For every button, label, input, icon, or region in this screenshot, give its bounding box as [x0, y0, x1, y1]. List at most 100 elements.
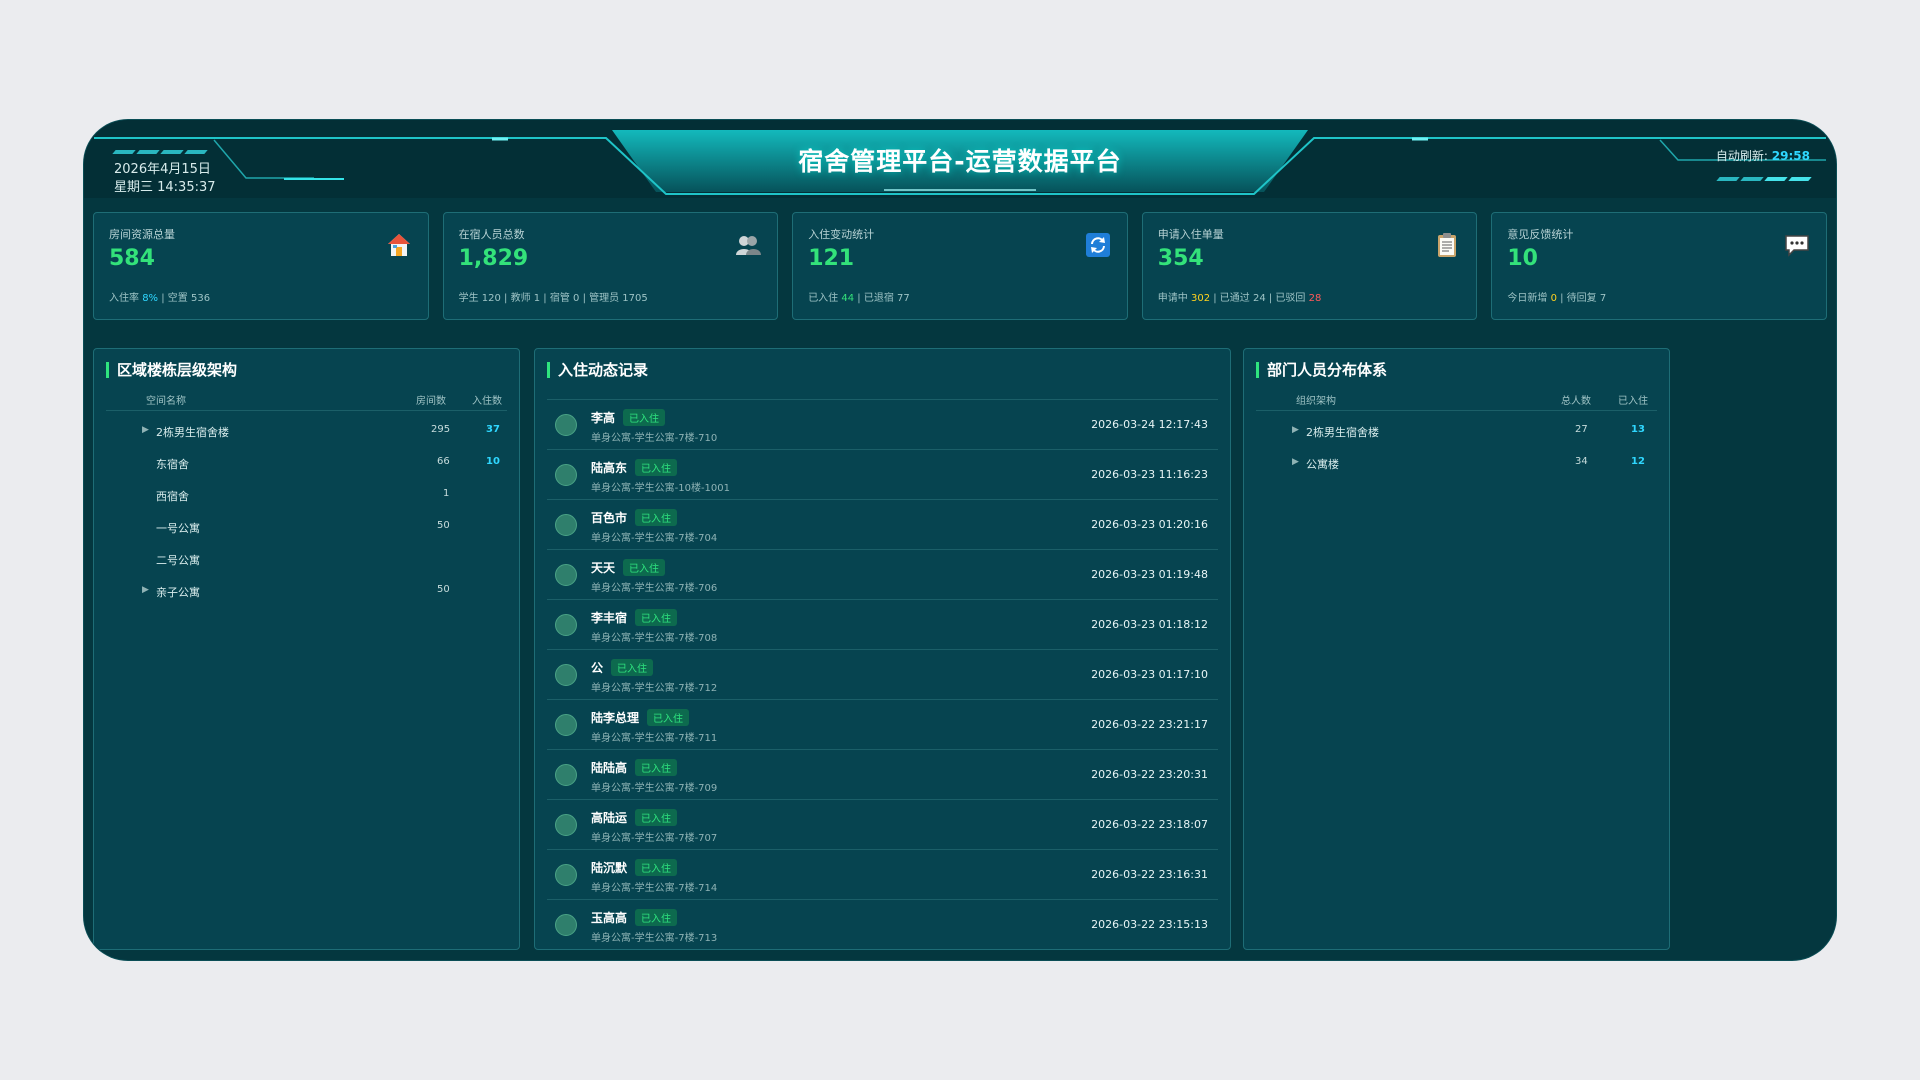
record-time: 2026-03-23 01:20:16: [1091, 518, 1208, 531]
tree-row[interactable]: ▶ 2栋男生宿舍楼 27 13: [1256, 415, 1657, 447]
stat-sub: 学生 120 | 教师 1 | 宿管 0 | 管理员 1705: [459, 289, 648, 304]
panel-title: 入住动态记录: [547, 362, 648, 378]
tree-row-name: 一号公寓: [156, 522, 200, 535]
stat-sub-text: 已入住: [808, 293, 842, 304]
record-name: 李丰宿: [591, 611, 628, 625]
record-time: 2026-03-23 11:16:23: [1091, 468, 1208, 481]
stat-sub-text: | 已退宿 77: [854, 293, 910, 304]
record-item[interactable]: 陆高东 已入住 单身公寓-学生公寓-10楼-1001 2026-03-23 11:…: [547, 449, 1218, 499]
tree-header: 组织架构 总人数 已入住: [1256, 389, 1657, 411]
stat-value: 10: [1507, 246, 1538, 271]
record-time: 2026-03-22 23:18:07: [1091, 818, 1208, 831]
record-item[interactable]: 陆陆高 已入住 单身公寓-学生公寓-7楼-709 2026-03-22 23:20…: [547, 749, 1218, 799]
record-time: 2026-03-23 01:18:12: [1091, 618, 1208, 631]
chat-icon: [1785, 235, 1809, 257]
record-time: 2026-03-22 23:15:13: [1091, 918, 1208, 931]
status-badge: 已入住: [611, 659, 654, 676]
stat-sub: 已入住 44 | 已退宿 77: [808, 289, 910, 304]
stat-card-feedback[interactable]: 意见反馈统计 10 今日新增 0 | 待回复 7: [1491, 212, 1827, 320]
tree-row[interactable]: ▶ 2栋男生宿舍楼 295 37: [106, 415, 507, 447]
record-name: 百色市: [591, 511, 628, 525]
date-text: 2026年4月15日: [114, 162, 211, 177]
record-item[interactable]: 李丰宿 已入住 单身公寓-学生公寓-7楼-708 2026-03-23 01:18…: [547, 599, 1218, 649]
stat-sub-text: 申请中: [1157, 293, 1191, 304]
occupancy-rate: 8%: [142, 293, 159, 304]
tree-row-rooms: 295: [431, 424, 451, 435]
record-location: 单身公寓-学生公寓-7楼-704: [591, 533, 718, 544]
record-item[interactable]: 百色市 已入住 单身公寓-学生公寓-7楼-704 2026-03-23 01:20…: [547, 499, 1218, 549]
record-name: 陆陆高: [591, 761, 628, 775]
pending-count: 302: [1190, 293, 1211, 304]
header-right-stripes: [1716, 177, 1812, 181]
stat-label: 在宿人员总数: [458, 228, 525, 241]
col-occupied: 已入住: [1618, 396, 1648, 407]
tree-row[interactable]: 二号公寓: [106, 543, 507, 575]
record-item[interactable]: 高陆运 已入住 单身公寓-学生公寓-7楼-707 2026-03-22 23:18…: [547, 799, 1218, 849]
record-name: 公: [591, 661, 604, 675]
col-occupied: 入住数: [472, 396, 502, 407]
status-badge: 已入住: [623, 409, 666, 426]
record-location: 单身公寓-学生公寓-7楼-709: [591, 783, 718, 794]
stat-card-residents[interactable]: 在宿人员总数 1,829 学生 120 | 教师 1 | 宿管 0 | 管理员 …: [442, 212, 779, 320]
stat-value: 354: [1157, 246, 1204, 271]
record-item[interactable]: 公已入住 单身公寓-学生公寓-7楼-712 2026-03-23 01:17:1…: [547, 649, 1218, 699]
record-name: 陆高东: [591, 461, 628, 475]
status-badge: 已入住: [635, 809, 678, 826]
record-item[interactable]: 李高 已入住 单身公寓-学生公寓-7楼-710 2026-03-24 12:17:…: [547, 399, 1218, 449]
people-icon: [736, 236, 762, 255]
weekday-time-text: 星期三 14:35:37: [114, 180, 216, 195]
record-item[interactable]: 玉高高 已入住 单身公寓-学生公寓-7楼-713 2026-03-22 23:15…: [547, 899, 1218, 943]
stat-sub: 申请中 302 | 已通过 24 | 已驳回 28: [1158, 289, 1322, 304]
datetime: 2026年4月15日 星期三 14:35:37: [114, 161, 216, 197]
expand-arrow-icon[interactable]: ▶: [1292, 425, 1299, 435]
building-hierarchy-panel: 区域楼栋层级架构 空间名称 房间数 入住数 ▶ 2栋男生宿舍楼 295 37 东…: [93, 348, 520, 950]
tree-row[interactable]: ▶ 亲子公寓 50: [106, 575, 507, 607]
col-space-name: 空间名称: [146, 396, 186, 407]
record-location: 单身公寓-学生公寓-7楼-707: [591, 833, 718, 844]
stat-label: 房间资源总量: [109, 228, 175, 241]
stat-label: 意见反馈统计: [1507, 228, 1574, 241]
refresh-icon: [1085, 233, 1110, 257]
stat-sub-text: | 空置 536: [158, 293, 211, 304]
expand-arrow-icon[interactable]: ▶: [142, 585, 149, 595]
record-item[interactable]: 陆沉默 已入住 单身公寓-学生公寓-7楼-714 2026-03-22 23:16…: [547, 849, 1218, 899]
status-badge: 已入住: [635, 609, 678, 626]
record-location: 单身公寓-学生公寓-7楼-711: [591, 733, 718, 744]
record-item[interactable]: 陆李总理 已入住 单身公寓-学生公寓-7楼-711 2026-03-22 23:2…: [547, 699, 1218, 749]
record-name: 李高: [591, 411, 616, 425]
expand-arrow-icon[interactable]: ▶: [142, 425, 149, 435]
panel-title: 区域楼栋层级架构: [106, 362, 237, 378]
tree-row-occupied: 12: [1631, 456, 1645, 467]
stat-value: 121: [808, 246, 855, 271]
record-name: 陆沉默: [591, 861, 628, 875]
record-location: 单身公寓-学生公寓-10楼-1001: [591, 483, 730, 494]
avatar-icon: [555, 814, 577, 836]
stat-card-applications[interactable]: 申请入住单量 354 申请中 302 | 已通过 24 | 已驳回 28: [1141, 212, 1478, 320]
tree-row[interactable]: 西宿舍 1: [106, 479, 507, 511]
avatar-icon: [555, 414, 577, 436]
avatar-icon: [555, 714, 577, 736]
status-badge: 已入住: [635, 459, 678, 476]
department-distribution-panel: 部门人员分布体系 组织架构 总人数 已入住 ▶ 2栋男生宿舍楼 27 13 ▶ …: [1243, 348, 1670, 950]
status-badge: 已入住: [635, 509, 678, 526]
house-icon: [387, 234, 410, 256]
panel-title: 部门人员分布体系: [1256, 362, 1387, 378]
record-location: 单身公寓-学生公寓-7楼-712: [591, 683, 718, 694]
record-item[interactable]: 天天 已入住 单身公寓-学生公寓-7楼-706 2026-03-23 01:19:…: [547, 549, 1218, 599]
expand-arrow-icon[interactable]: ▶: [1292, 457, 1299, 467]
clipboard-icon: [1438, 233, 1457, 257]
tree-row-name: 西宿舍: [156, 490, 189, 503]
tree-row[interactable]: 东宿舍 66 10: [106, 447, 507, 479]
record-name: 天天: [591, 561, 616, 575]
checkin-records-panel: 入住动态记录 李高 已入住 单身公寓-学生公寓-7楼-710 2026-03-24…: [534, 348, 1231, 950]
record-name: 陆李总理: [591, 711, 640, 725]
tree-row[interactable]: ▶ 公寓楼 34 12: [1256, 447, 1657, 479]
tree-row[interactable]: 一号公寓 50: [106, 511, 507, 543]
record-list[interactable]: 李高 已入住 单身公寓-学生公寓-7楼-710 2026-03-24 12:17:…: [547, 399, 1218, 943]
avatar-icon: [555, 614, 577, 636]
status-badge: 已入住: [623, 559, 666, 576]
stat-sub-text: 学生 120 | 教师 1 | 宿管 0 | 管理员 1705: [458, 293, 648, 304]
stat-card-rooms[interactable]: 房间资源总量 584 入住率 8% | 空置 536: [93, 212, 429, 320]
stat-card-changes[interactable]: 入住变动统计 121 已入住 44 | 已退宿 77: [792, 212, 1128, 320]
header: 2026年4月15日 星期三 14:35:37 宿舍管理平台-运营数据平台 自动…: [84, 120, 1836, 198]
